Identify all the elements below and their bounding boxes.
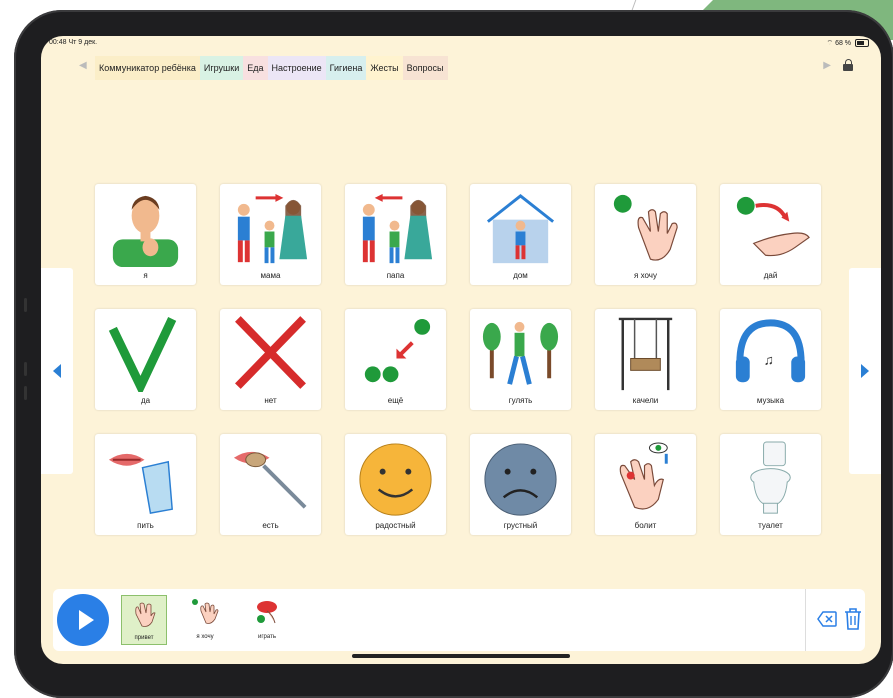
sentence-symbol[interactable]: привет	[121, 595, 167, 645]
symbol-card[interactable]: туалет	[720, 434, 821, 535]
symbol-label: мама	[260, 271, 281, 280]
symbol-label: ещё	[387, 396, 404, 405]
cross-mark-icon	[226, 313, 315, 393]
house-icon	[476, 188, 565, 268]
symbol-card[interactable]: дом	[470, 184, 571, 285]
tab-3[interactable]: Еда	[243, 56, 268, 80]
tab-5[interactable]: Гигиена	[325, 56, 367, 80]
symbol-label: туалет	[758, 521, 783, 530]
volume-button	[24, 386, 27, 400]
more-dots-icon	[351, 313, 440, 393]
status-bar: 00:48 Чт 9 дек. ⌔ 68 %	[49, 39, 869, 51]
tab-7[interactable]: Вопросы	[402, 56, 448, 80]
person-pointing-self-icon	[101, 188, 190, 268]
hurt-hand-icon	[601, 438, 690, 518]
battery-percent: 68 %	[835, 40, 852, 47]
lock-icon[interactable]	[843, 59, 853, 71]
category-tab-bar: ◀ Коммуникатор ребёнка Игрушки Еда Настроен…	[73, 56, 853, 80]
svg-text:♫: ♫	[764, 351, 774, 367]
symbol-label: радостный	[375, 521, 416, 530]
drink-icon	[101, 438, 190, 518]
symbol-card[interactable]: я	[95, 184, 196, 285]
symbol-card[interactable]: качели	[595, 309, 696, 410]
sentence-symbol[interactable]: я хочу	[183, 595, 227, 643]
check-mark-icon	[101, 313, 190, 397]
family-mother-icon	[226, 188, 315, 268]
toilet-icon	[726, 438, 815, 518]
symbol-card[interactable]: нет	[220, 309, 321, 410]
symbol-card[interactable]: есть	[220, 434, 321, 535]
hand-want-icon	[189, 597, 221, 627]
symbol-card[interactable]: мама	[220, 184, 321, 285]
volume-button	[24, 298, 27, 312]
swing-icon	[601, 313, 690, 393]
tabs-scroll-left-icon[interactable]: ◀	[79, 60, 87, 71]
symbol-label: дом	[513, 271, 528, 280]
symbol-label: нет	[264, 396, 277, 405]
sentence-symbol[interactable]: играть	[245, 595, 289, 643]
symbol-grid: я мама папа дом я хочу дай да нет ещё гулять качел…	[95, 184, 823, 536]
symbol-card[interactable]: гулять	[470, 309, 571, 410]
symbol-label: есть	[262, 521, 279, 530]
tabs-container: Коммуникатор ребёнка Игрушки Еда Настроение…	[95, 56, 448, 80]
symbol-card[interactable]: болит	[595, 434, 696, 535]
arrow-left-icon	[53, 364, 61, 378]
arrow-right-icon	[861, 364, 869, 378]
app-screen: 00:48 Чт 9 дек. ⌔ 68 % ◀ Коммуникатор ре…	[41, 36, 881, 664]
headphones-icon: ♫	[726, 313, 815, 393]
page-prev-button[interactable]	[41, 268, 73, 474]
symbol-label: грустный	[503, 521, 538, 530]
symbol-label: пить	[137, 521, 154, 530]
symbol-card[interactable]: грустный	[470, 434, 571, 535]
happy-face-icon	[351, 438, 440, 518]
wifi-icon: ⌔	[826, 40, 834, 47]
walk-icon	[476, 313, 565, 393]
symbol-card[interactable]: радостный	[345, 434, 446, 535]
tab-2[interactable]: Игрушки	[199, 56, 244, 80]
sad-face-icon	[476, 438, 565, 518]
tabs-scroll-right-icon[interactable]: ▶	[823, 60, 831, 71]
symbol-card[interactable]: ♫ музыка	[720, 309, 821, 410]
symbol-card[interactable]: да	[95, 309, 196, 410]
symbol-label: да	[140, 396, 151, 405]
tab-4[interactable]: Настроение	[267, 56, 326, 80]
tab-1[interactable]: Коммуникатор ребёнка	[95, 56, 200, 80]
symbol-label: папа	[386, 271, 405, 280]
symbol-label: я	[143, 271, 148, 280]
page-next-button[interactable]	[849, 268, 881, 474]
hand-give-icon	[726, 188, 815, 268]
symbol-card[interactable]: папа	[345, 184, 446, 285]
hand-want-icon	[601, 188, 690, 268]
symbol-label: болит	[634, 521, 657, 530]
tab-6[interactable]: Жесты	[366, 56, 403, 80]
sentence-label: я хочу	[196, 634, 214, 640]
sentence-label: привет	[134, 635, 154, 641]
message-bar: привет я хочу играть	[53, 589, 865, 651]
symbol-card[interactable]: дай	[720, 184, 821, 285]
trash-icon[interactable]	[843, 607, 863, 631]
symbol-label: гулять	[508, 396, 533, 405]
symbol-label: дай	[763, 271, 778, 280]
volume-button	[24, 362, 27, 376]
symbol-label: я хочу	[634, 271, 657, 280]
sentence-label: играть	[258, 634, 276, 640]
status-time: 00:48 Чт 9 дек.	[49, 39, 98, 46]
symbol-label: музыка	[756, 396, 785, 405]
family-father-icon	[351, 188, 440, 268]
play-toy-icon	[251, 597, 283, 627]
eat-spoon-icon	[226, 438, 315, 518]
symbol-card[interactable]: я хочу	[595, 184, 696, 285]
divider	[805, 589, 806, 651]
speak-button[interactable]	[57, 594, 109, 646]
wave-hand-icon	[128, 598, 160, 628]
home-indicator	[352, 654, 570, 658]
symbol-label: качели	[632, 396, 659, 405]
battery-icon	[855, 39, 869, 48]
symbol-card[interactable]: ещё	[345, 309, 446, 410]
status-right: ⌔ 68 %	[827, 39, 869, 48]
symbol-card[interactable]: пить	[95, 434, 196, 535]
backspace-icon[interactable]	[817, 611, 837, 627]
